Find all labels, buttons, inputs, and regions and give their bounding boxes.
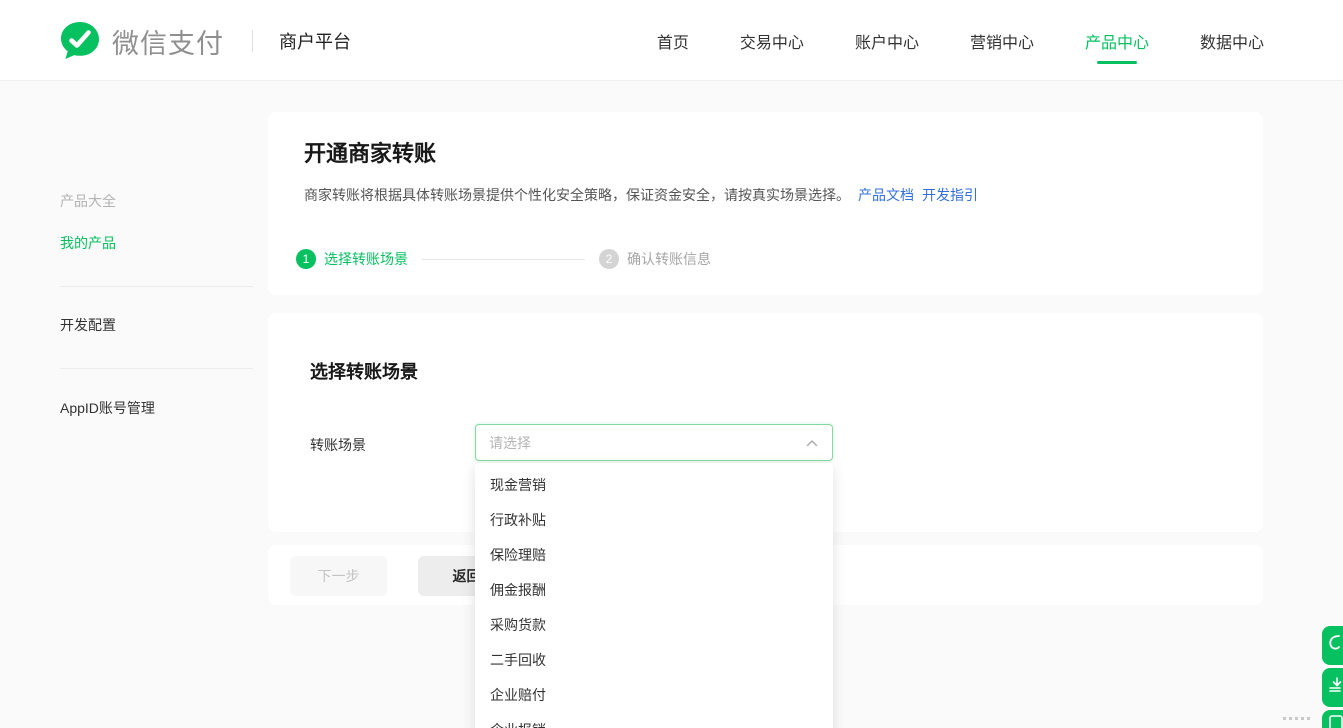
brand-area[interactable]: 微信支付 商户平台	[58, 19, 351, 63]
sidebar-item-dev-config[interactable]: 开发配置	[60, 315, 116, 335]
step-2-label: 确认转账信息	[627, 249, 711, 269]
nav-item-data-center[interactable]: 数据中心	[1200, 0, 1264, 81]
survey-icon	[1325, 710, 1343, 728]
dropdown-option-secondhand-recycle[interactable]: 二手回收	[475, 643, 833, 678]
portal-title: 商户平台	[279, 28, 351, 54]
next-step-button[interactable]: 下一步	[290, 556, 387, 596]
active-nav-underline	[1097, 61, 1137, 64]
sidebar: 产品大全 我的产品 开发配置 AppID账号管理	[0, 81, 268, 728]
sidebar-divider	[60, 286, 253, 287]
transfer-scene-dropdown: 现金营销 行政补贴 保险理赔 佣金报酬 采购货款 二手回收 企业赔付 企业报销	[475, 463, 833, 728]
sidebar-item-appid-management[interactable]: AppID账号管理	[60, 398, 155, 418]
feedback-icon	[1325, 675, 1343, 700]
step-1-label: 选择转账场景	[324, 249, 408, 269]
select-placeholder: 请选择	[489, 433, 806, 453]
dropdown-option-enterprise-reimbursement[interactable]: 企业报销	[475, 713, 833, 728]
intro-description-text: 商家转账将根据具体转账场景提供个性化安全策略，保证资金安全，请按真实场景选择。	[304, 187, 850, 203]
dropdown-option-procurement[interactable]: 采购货款	[475, 608, 833, 643]
transfer-scene-select[interactable]: 请选择	[475, 424, 833, 461]
nav-item-transaction-center[interactable]: 交易中心	[740, 0, 804, 81]
feedback-button[interactable]	[1322, 668, 1343, 707]
dropdown-option-commission[interactable]: 佣金报酬	[475, 573, 833, 608]
customer-service-button[interactable]	[1322, 626, 1343, 665]
dropdown-option-admin-subsidy[interactable]: 行政补贴	[475, 503, 833, 538]
nav-item-marketing-center[interactable]: 营销中心	[970, 0, 1034, 81]
dropdown-option-enterprise-compensation[interactable]: 企业赔付	[475, 678, 833, 713]
illegible-text-fragment	[1283, 717, 1311, 720]
step-connector-line	[422, 259, 585, 260]
sidebar-section-label: 产品大全	[60, 191, 116, 211]
customer-service-icon	[1325, 633, 1343, 658]
intro-card: 开通商家转账 商家转账将根据具体转账场景提供个性化安全策略，保证资金安全，请按真…	[268, 112, 1263, 295]
sidebar-item-my-products[interactable]: 我的产品	[60, 233, 116, 253]
form-heading: 选择转账场景	[310, 358, 418, 384]
wechat-pay-logo-icon	[58, 19, 102, 63]
header-divider	[252, 30, 253, 52]
step-2-circle: 2	[599, 249, 619, 269]
intro-description: 商家转账将根据具体转账场景提供个性化安全策略，保证资金安全，请按真实场景选择。产…	[304, 185, 978, 205]
step-1-circle: 1	[296, 249, 316, 269]
product-doc-link[interactable]: 产品文档	[858, 187, 914, 203]
sidebar-divider	[60, 368, 253, 369]
dropdown-option-insurance-claim[interactable]: 保险理赔	[475, 538, 833, 573]
floating-toolbar	[1322, 626, 1343, 728]
logo-wordmark: 微信支付	[112, 22, 224, 61]
page-title: 开通商家转账	[304, 136, 436, 168]
survey-button[interactable]	[1322, 710, 1343, 728]
transfer-scene-label: 转账场景	[310, 435, 366, 455]
top-header: 微信支付 商户平台 首页 交易中心 账户中心 营销中心 产品中心 数据中心	[0, 0, 1343, 81]
main-nav: 首页 交易中心 账户中心 营销中心 产品中心 数据中心	[657, 0, 1264, 81]
nav-item-home[interactable]: 首页	[657, 0, 689, 81]
step-indicator: 1 选择转账场景 2 确认转账信息	[296, 248, 711, 270]
dev-guide-link[interactable]: 开发指引	[922, 187, 978, 203]
nav-item-account-center[interactable]: 账户中心	[855, 0, 919, 81]
nav-item-product-center[interactable]: 产品中心	[1085, 0, 1149, 81]
dropdown-option-cash-marketing[interactable]: 现金营销	[475, 468, 833, 503]
chevron-up-icon	[806, 439, 818, 447]
